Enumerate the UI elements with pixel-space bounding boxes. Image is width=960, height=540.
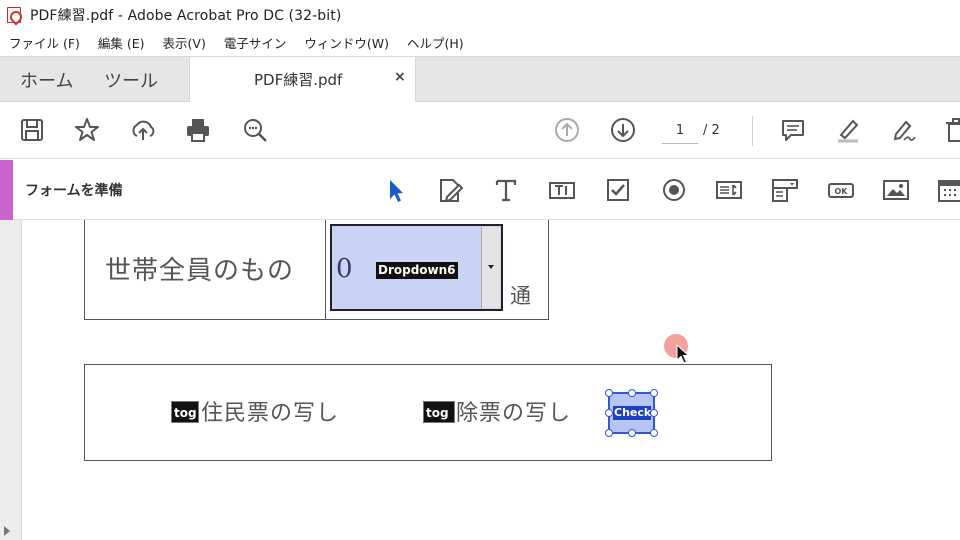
button-ok-icon[interactable]: OK	[825, 174, 857, 206]
highlight-pen-icon[interactable]	[832, 114, 864, 146]
menu-help[interactable]: ヘルプ(H)	[407, 33, 464, 52]
acrobat-pdf-icon	[7, 7, 21, 23]
image-field-icon[interactable]	[880, 174, 912, 206]
dropdown-tool-icon[interactable]	[769, 174, 801, 206]
resize-handle[interactable]	[650, 409, 658, 417]
dropdown-field-name: Dropdown6	[376, 262, 458, 279]
sign-icon[interactable]	[888, 114, 920, 146]
prepare-form-toolbar: フォームを準備 OK	[0, 160, 960, 220]
resize-handle[interactable]	[605, 389, 613, 397]
resize-handle[interactable]	[605, 409, 613, 417]
cloud-upload-icon[interactable]	[127, 114, 159, 146]
page-number-input[interactable]: 1	[662, 120, 698, 144]
resize-handle[interactable]	[628, 429, 636, 437]
menu-view[interactable]: 表示(V)	[163, 33, 206, 52]
removed-record-label: 除票の写し	[456, 401, 572, 426]
checkbox-tool-icon[interactable]	[602, 174, 634, 206]
print-icon[interactable]	[182, 114, 214, 146]
household-label: 世帯全員のもの	[105, 256, 295, 286]
edit-form-icon[interactable]	[434, 174, 466, 206]
chevron-down-icon[interactable]	[481, 227, 500, 308]
page-down-icon[interactable]	[607, 114, 639, 146]
toggle-field-2[interactable]: tog	[423, 401, 455, 423]
select-pointer-icon[interactable]	[380, 174, 412, 206]
page-total: / 2	[703, 123, 720, 138]
dropdown-value: 0	[336, 254, 353, 284]
window-title: PDF練習.pdf - Adobe Acrobat Pro DC (32-bit…	[30, 8, 342, 24]
resize-handle[interactable]	[650, 389, 658, 397]
tab-tools[interactable]: ツール	[104, 57, 158, 102]
text-field-icon[interactable]	[546, 174, 578, 206]
formbar-title: フォームを準備	[25, 183, 123, 199]
toggle-field-1[interactable]: tog	[171, 401, 199, 423]
table-divider	[325, 220, 326, 319]
close-tab-icon[interactable]: ×	[394, 69, 406, 85]
radio-button-icon[interactable]	[658, 174, 690, 206]
menu-edit[interactable]: 編集 (E)	[98, 33, 145, 52]
resize-handle[interactable]	[650, 429, 658, 437]
bookmark-star-icon[interactable]	[71, 114, 103, 146]
zoom-search-icon[interactable]	[239, 114, 271, 146]
tab-row: ホーム ツール PDF練習.pdf ×	[0, 56, 960, 103]
comment-icon[interactable]	[777, 114, 809, 146]
dropdown-field[interactable]: 0 Dropdown6	[330, 224, 503, 311]
title-bar: PDF練習.pdf - Adobe Acrobat Pro DC (32-bit…	[0, 0, 960, 30]
resize-handle[interactable]	[628, 389, 636, 397]
document-viewport[interactable]: 世帯全員のもの 0 Dropdown6 通 tog 住民票の写し tog 除票の…	[0, 220, 960, 540]
page-up-icon[interactable]	[551, 114, 583, 146]
certificate-options-box: tog 住民票の写し tog 除票の写し Check	[84, 364, 772, 461]
svg-text:OK: OK	[835, 187, 849, 196]
menu-window[interactable]: ウィンドウ(W)	[304, 33, 389, 52]
checkbox-field-name: Check	[613, 406, 651, 420]
tab-home[interactable]: ホーム	[20, 57, 73, 102]
date-field-icon[interactable]	[934, 174, 960, 206]
resident-record-label: 住民票の写し	[201, 401, 340, 426]
mouse-pointer-icon	[676, 343, 690, 368]
formbar-accent	[0, 160, 13, 220]
expand-panel-icon[interactable]	[4, 526, 10, 536]
checkbox-field-selected[interactable]: Check	[605, 389, 658, 437]
main-toolbar: 1 / 2	[0, 102, 960, 159]
resize-handle[interactable]	[605, 429, 613, 437]
document-tab-label: PDF練習.pdf	[254, 71, 343, 89]
delete-icon[interactable]	[940, 114, 960, 146]
tab-document[interactable]: PDF練習.pdf ×	[189, 57, 416, 103]
list-box-icon[interactable]	[713, 174, 745, 206]
toolbar-divider	[752, 116, 753, 146]
menu-file[interactable]: ファイル (F)	[9, 33, 80, 52]
text-tool-icon[interactable]	[490, 174, 522, 206]
menu-bar: ファイル (F) 編集 (E) 表示(V) 電子サイン ウィンドウ(W) ヘルプ…	[0, 30, 960, 54]
menu-e-sign[interactable]: 電子サイン	[224, 33, 287, 52]
save-icon[interactable]	[16, 114, 48, 146]
left-panel-gutter	[0, 220, 22, 540]
unit-label: 通	[510, 284, 531, 308]
